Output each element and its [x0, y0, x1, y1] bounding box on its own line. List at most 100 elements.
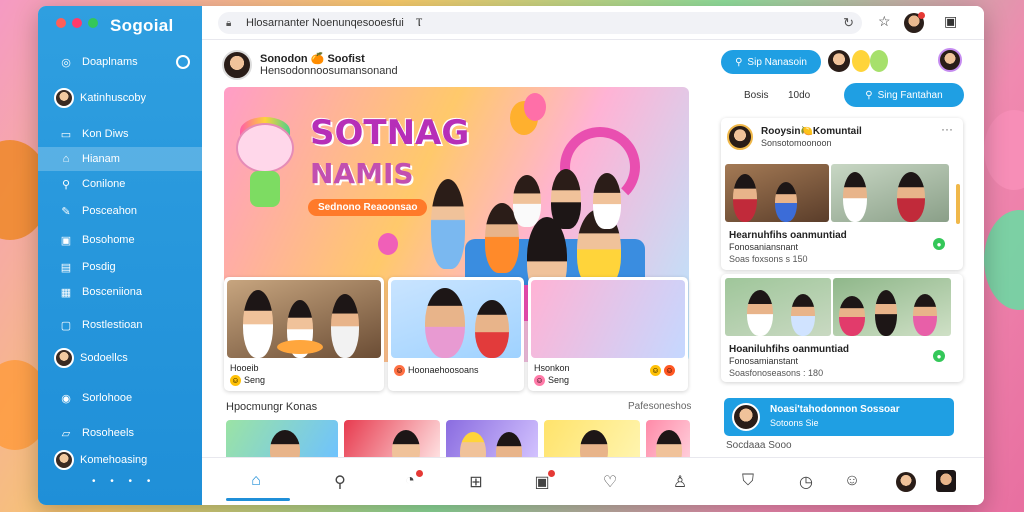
- account-icon[interactable]: ▣: [944, 13, 957, 30]
- avatar[interactable]: [222, 50, 252, 80]
- notification-dot: [548, 470, 555, 477]
- post-author-sub: Sonsotomoonoon: [761, 138, 832, 148]
- post-photo: [391, 280, 521, 358]
- bg-balloon: [984, 210, 1024, 310]
- sidebar-item-11[interactable]: ◉ Sorlohooe: [38, 386, 202, 410]
- sidebar-item-5[interactable]: ✎ Posceahon: [38, 199, 202, 223]
- thumbnail[interactable]: [226, 420, 338, 462]
- post-meta: Soasfonoseasons : 180: [729, 368, 824, 378]
- avatar: [732, 403, 760, 431]
- sidebar-item-4[interactable]: ⚲ Conilone: [38, 172, 202, 196]
- tab-a[interactable]: Bosis: [744, 90, 768, 101]
- search-icon: ⚲: [735, 56, 743, 68]
- star-icon[interactable]: ☆: [878, 13, 891, 30]
- bg-balloon: [984, 110, 1024, 190]
- nav-shield-icon[interactable]: ⛉: [738, 472, 758, 490]
- post-subcaption: Seng: [548, 375, 570, 385]
- sidebar-item-3[interactable]: ⌂ Hianam: [38, 147, 202, 171]
- post-photo: [833, 278, 951, 336]
- sidebar-item-label: Sorlohooe: [82, 392, 133, 404]
- flag-icon: ▱: [61, 427, 71, 440]
- mascot-illustration: [236, 117, 294, 211]
- nav-history-icon[interactable]: ◷: [796, 472, 816, 492]
- sidebar-item-7[interactable]: ▤ Posdig: [38, 255, 202, 279]
- sidebar-item-0[interactable]: ◎ Doaplnams: [38, 50, 202, 74]
- lock-icon: 🔒︎: [226, 17, 232, 29]
- nav-profile-icon[interactable]: ♙: [670, 472, 690, 492]
- app-brand: Sogoial: [110, 16, 174, 35]
- post-subcaption: Seng: [244, 375, 266, 385]
- sidebar-item-10[interactable]: Sodoellcs: [38, 346, 202, 370]
- notification-dot: [416, 470, 423, 477]
- sidebar-item-label: Rosoheels: [82, 427, 134, 439]
- nav-search-icon[interactable]: ⚲: [330, 472, 350, 492]
- post-card[interactable]: Rooysin🍋Komuntail Sonsotomoonoon ··· Hea…: [721, 118, 963, 270]
- nav-home-icon[interactable]: ⌂: [246, 472, 266, 490]
- banner-cta-button[interactable]: Sednono Reaoonsao: [308, 199, 428, 216]
- section-title: Hpocmungr Konas: [226, 401, 318, 413]
- thumbnail[interactable]: [446, 420, 538, 462]
- sidebar-item-1[interactable]: Katinhuscoby: [38, 86, 202, 110]
- calendar-icon: ▤: [60, 261, 72, 274]
- search-people-button[interactable]: ⚲ Sip Nanasoin: [721, 50, 821, 74]
- sidebar-item-label: Bosceniiona: [82, 286, 142, 298]
- post-card[interactable]: Hoonaehoosoans ☺: [388, 277, 524, 391]
- post-card[interactable]: Hsonkon Seng ☺ ☺ ☺: [528, 277, 688, 391]
- address-bar[interactable]: 🔒︎ Hlosarnanter Noenunqesooesfui Ⲧ ↻: [218, 12, 862, 34]
- url-text: Hlosarnanter Noenunqesooesfui: [246, 17, 404, 29]
- toggle-circle-icon[interactable]: [176, 55, 190, 69]
- post-meta: Soas foxsons s 150: [729, 254, 808, 264]
- sidebar-item-6[interactable]: ▣ Bosohome: [38, 228, 202, 252]
- post-caption: Hoonaehoosoans: [408, 365, 479, 375]
- book-icon: ▭: [60, 128, 72, 141]
- avatar[interactable]: [852, 50, 870, 72]
- tab-b[interactable]: 10do: [788, 90, 810, 101]
- sidebar-item-13[interactable]: Komehoasing: [38, 448, 202, 472]
- thumbnail[interactable]: [646, 420, 690, 462]
- reload-icon[interactable]: ↻: [843, 15, 854, 31]
- post-title: Hoaniluhfihs oanmuntiad: [729, 344, 849, 355]
- maximize-window-button[interactable]: [88, 18, 98, 28]
- wrench-icon: ✎: [61, 205, 71, 218]
- post-card[interactable]: Hooeib Seng ☺: [224, 277, 384, 391]
- banner-subtitle: NAMIS: [310, 157, 414, 190]
- avatar[interactable]: [896, 472, 916, 492]
- nav-face-icon[interactable]: ☺: [842, 472, 862, 490]
- avatar[interactable]: [938, 48, 962, 72]
- minimize-window-button[interactable]: [72, 18, 82, 28]
- thumbnail[interactable]: [544, 420, 640, 462]
- sidebar-item-2[interactable]: ▭ Kon Diws: [38, 122, 202, 146]
- avatar[interactable]: [727, 124, 753, 150]
- avatar[interactable]: [936, 470, 956, 492]
- avatar: [54, 348, 74, 368]
- sidebar-item-9[interactable]: ▢ Rostlestioan: [38, 313, 202, 337]
- sidebar-item-label: Doaplnams: [82, 56, 138, 68]
- promo-banner[interactable]: Noasi'tahodonnon Sossoar Sotoons Sie: [724, 398, 954, 436]
- sidebar-item-12[interactable]: ▱ Rosoheels: [38, 421, 202, 445]
- sidebar: Sogoial ◎ Doaplnams Katinhuscoby ▭ Kon D…: [38, 6, 202, 505]
- image-icon: ▣: [60, 234, 72, 247]
- nav-heart-icon[interactable]: ♡: [600, 472, 620, 492]
- avatar[interactable]: [870, 50, 888, 72]
- post-author: Rooysin🍋Komuntail: [761, 126, 862, 137]
- banner-title: SOTNAG: [310, 113, 470, 153]
- thumbnail[interactable]: [344, 420, 440, 462]
- avatar[interactable]: [828, 50, 850, 72]
- sidebar-item-8[interactable]: ▦ Bosceniiona: [38, 280, 202, 304]
- sidebar-item-label: Sodoellcs: [80, 352, 128, 364]
- section-link[interactable]: Pafesoneshos: [628, 401, 691, 412]
- right-footer-text: Socdaaa Sooo: [726, 440, 792, 451]
- follow-button[interactable]: ⚲ Sing Fantahan: [844, 83, 964, 107]
- emoji-icon: ☺: [534, 375, 545, 386]
- online-badge: ●: [933, 238, 945, 250]
- post-title: Hearnuhfihs oanmuntiad: [729, 230, 847, 241]
- emoji-icon: ☺: [650, 365, 661, 376]
- feed-author-subtitle: Hensodonnoosumansonand: [260, 65, 398, 77]
- nav-add-icon[interactable]: ⊞: [466, 472, 486, 492]
- post-card[interactable]: Hoaniluhfihs oanmuntiad Fonosamianstant …: [721, 274, 963, 382]
- more-icon[interactable]: ···: [941, 122, 953, 136]
- post-photo: [725, 278, 831, 336]
- close-window-button[interactable]: [56, 18, 66, 28]
- scrollbar-thumb[interactable]: [956, 184, 960, 224]
- sidebar-item-label: Posceahon: [82, 205, 138, 217]
